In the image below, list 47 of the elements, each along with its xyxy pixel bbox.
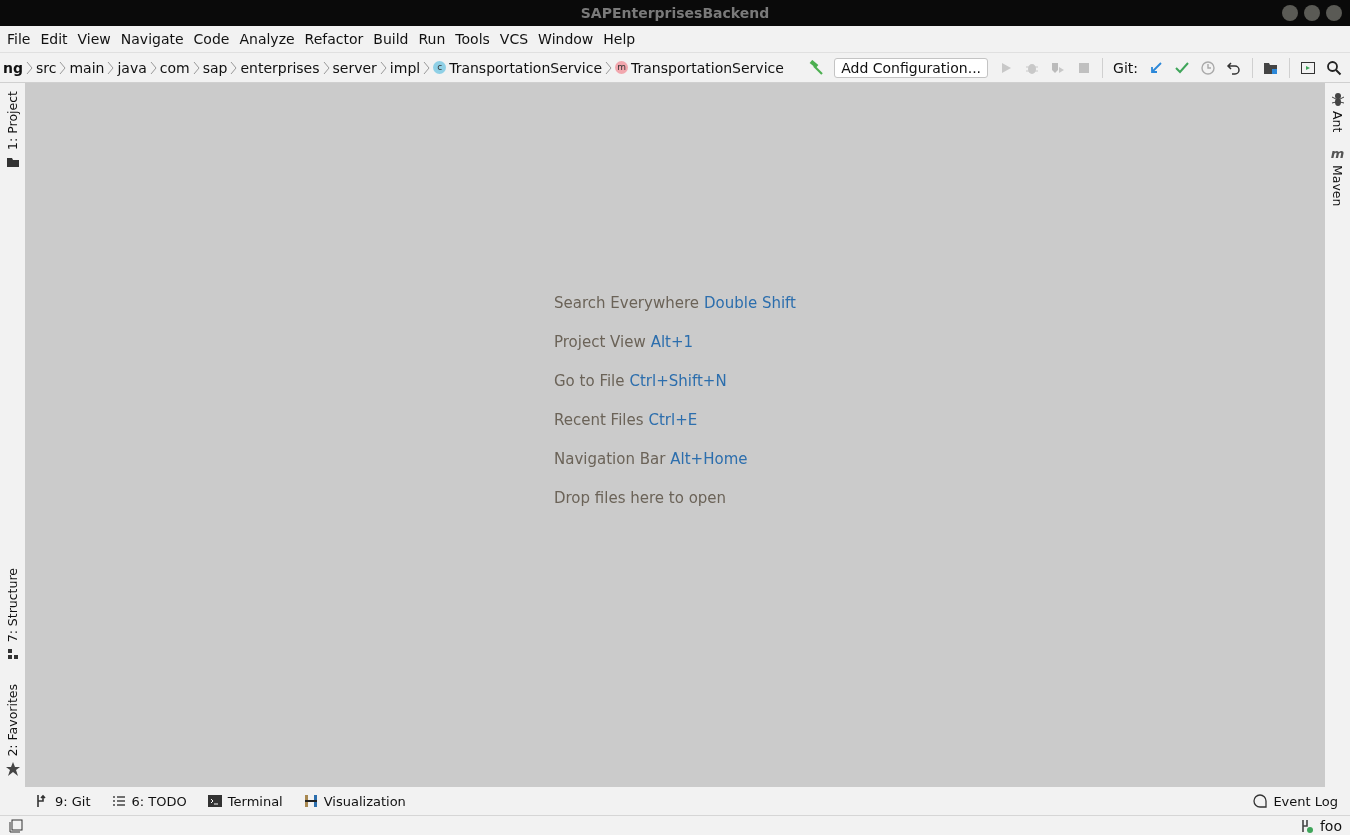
tool-window-tab[interactable]: Ant: [1329, 91, 1346, 133]
git-label: Git:: [1113, 59, 1138, 76]
menu-item[interactable]: Analyze: [235, 31, 299, 47]
breadcrumb[interactable]: impl: [386, 59, 424, 76]
method-icon: m: [615, 61, 628, 74]
hint-text: Search Everywhere Double Shift: [554, 293, 796, 312]
menu-item[interactable]: Run: [414, 31, 450, 47]
add-configuration-button[interactable]: Add Configuration...: [834, 57, 989, 78]
tool-window-tab[interactable]: 1: Project: [4, 91, 21, 170]
menu-item[interactable]: Build: [369, 31, 413, 47]
hint-text: Navigation Bar Alt+Home: [554, 449, 749, 468]
tool-window-tab[interactable]: 7: Structure: [4, 568, 21, 663]
menu-item[interactable]: View: [73, 31, 115, 47]
menu-item[interactable]: Refactor: [300, 31, 368, 47]
class-icon: c: [433, 61, 447, 74]
breadcrumb[interactable]: server: [329, 59, 380, 76]
tool-window-tab[interactable]: 2: Favorites: [4, 684, 21, 777]
breadcrumb[interactable]: ng: [0, 59, 26, 76]
menu-item[interactable]: Code: [189, 31, 234, 47]
breadcrumb[interactable]: m TransportationService: [612, 59, 787, 76]
breadcrumb[interactable]: com: [156, 59, 193, 76]
tool-window-tab[interactable]: Visualization: [302, 793, 406, 809]
breadcrumb[interactable]: sap: [199, 59, 231, 76]
menu-item[interactable]: Tools: [451, 31, 494, 47]
breadcrumb[interactable]: src: [33, 59, 60, 76]
branch-widget[interactable]: foo: [1298, 817, 1342, 834]
breadcrumb[interactable]: main: [66, 59, 108, 76]
menu-item[interactable]: Edit: [36, 31, 72, 47]
breadcrumb[interactable]: java: [114, 59, 150, 76]
window-title: SAPEnterprisesBackend: [580, 5, 770, 21]
breadcrumb[interactable]: enterprises: [237, 59, 323, 76]
menu-item[interactable]: Navigate: [116, 31, 188, 47]
tool-window-tab[interactable]: Terminal: [206, 793, 283, 809]
hint-text: Project View Alt+1: [554, 332, 695, 351]
breadcrumb[interactable]: c TransportationService: [430, 59, 605, 76]
menu-item[interactable]: VCS: [495, 31, 533, 47]
tool-window-tab[interactable]: 9: Git: [34, 793, 91, 809]
hint-text: Go to File Ctrl+Shift+N: [554, 371, 728, 390]
hint-text: Drop files here to open: [554, 488, 728, 507]
menu-item[interactable]: Window: [534, 31, 598, 47]
event-log-tab[interactable]: Event Log: [1252, 793, 1338, 809]
tool-window-tab[interactable]: 6: TODO: [110, 793, 187, 809]
hint-text: Recent Files Ctrl+E: [554, 410, 699, 429]
menu-item[interactable]: File: [3, 31, 35, 47]
tool-window-tab[interactable]: m Maven: [1330, 146, 1345, 207]
maven-icon: m: [1330, 146, 1345, 162]
menu-item[interactable]: Help: [599, 31, 640, 47]
